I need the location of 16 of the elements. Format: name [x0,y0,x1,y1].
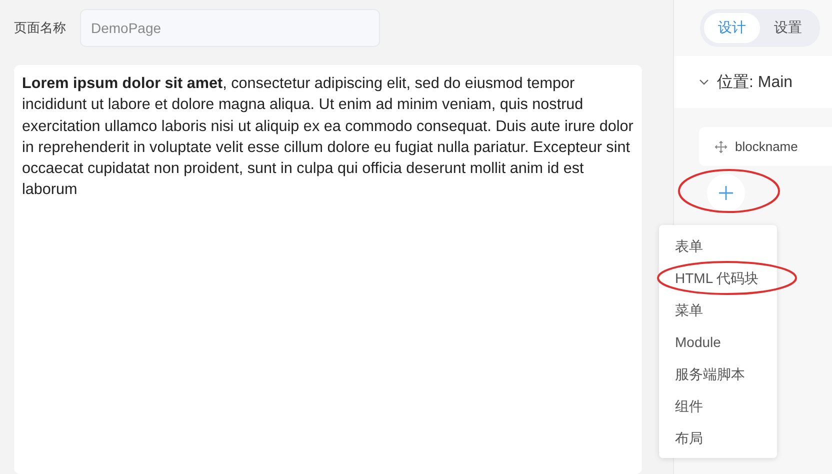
move-icon [715,140,727,152]
page-name-label: 页面名称 [14,19,66,37]
menu-item[interactable]: 服务端脚本 [675,365,745,383]
block-item[interactable]: blockname [699,127,832,166]
add-button[interactable] [707,174,745,212]
menu-item[interactable]: 表单 [675,237,703,255]
menu-item[interactable]: 组件 [675,397,703,415]
plus-icon [719,186,733,200]
section-title: 位置: Main [717,72,793,92]
menu-item[interactable]: 菜单 [675,301,703,319]
menu-item[interactable]: 布局 [675,429,703,447]
menu-item[interactable]: Module [675,333,721,351]
block-name: blockname [735,139,798,154]
tab[interactable]: 设置 [760,13,816,43]
content-text: Lorem ipsum dolor sit amet, consectetur adipiscing elit, sed do eiusmod tempor incididunt ut labore et dolore magna aliqua. Ut enim ad minim veniam, quis nostrud exercitation ullamco laboris nisi ut aliquip ex ea commodo consequat. Duis aute irure dolor in reprehenderit in voluptate velit esse cillum dolore eu fugiat nulla pariatur. Excepteur sint occaecat cupidatat non proident, sunt in culpa qui officia deserunt mollit anim id est laborum [22,74,634,200]
section-header[interactable]: 位置: Main [674,56,832,108]
